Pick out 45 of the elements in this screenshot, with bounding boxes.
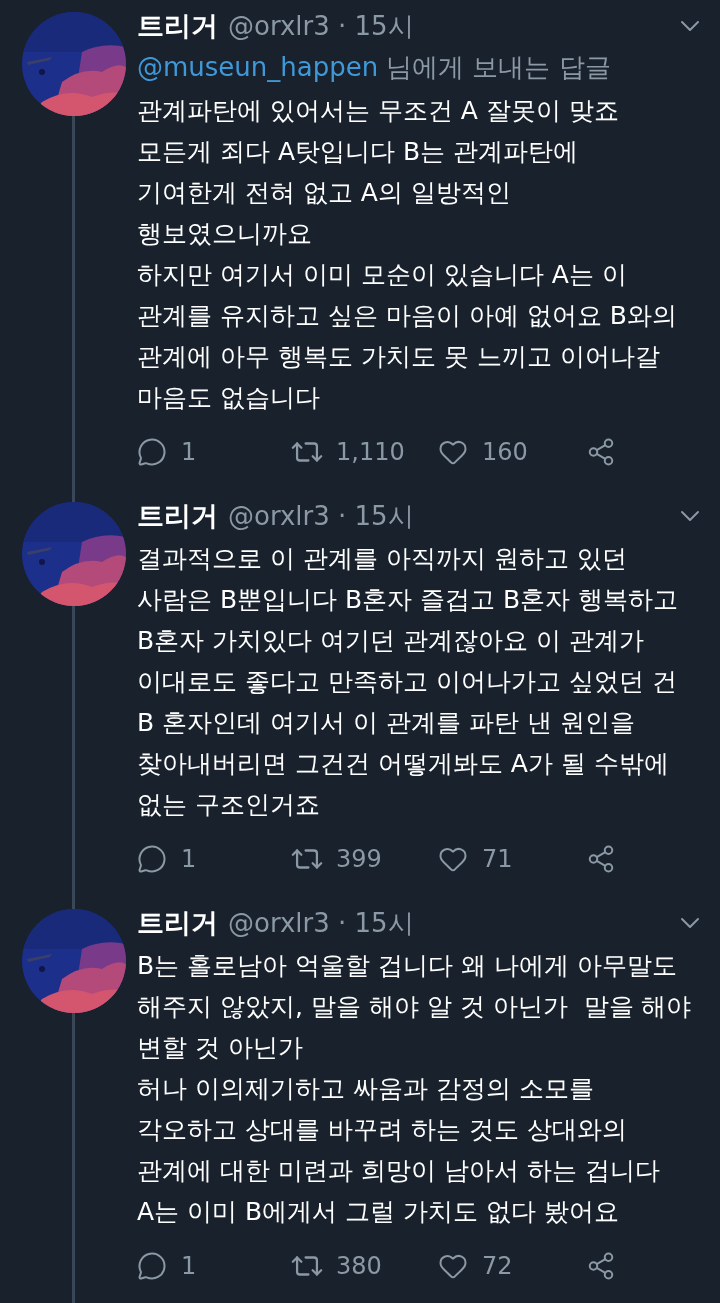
retweet-count: 380 [336,1251,382,1282]
tweet-text-line: B혼자 가치있다 여기던 관계잖아요 이 관계가 [137,625,645,657]
tweet-text-line: 관계파탄에 있어서는 무조건 A 잘못이 맞죠 [137,95,620,127]
tweet-text-line: 하지만 여기서 이미 모순이 있습니다 A는 이 [137,259,628,291]
tweet-text-line: 관계를 유지하고 싶은 마음이 아예 없어요 B와의 [137,300,678,332]
reply-count: 1 [181,1251,197,1282]
comment-icon[interactable] [137,1251,167,1281]
tweet-text-line: 모든게 죄다 A탓입니다 B는 관계파탄에 [137,136,580,168]
tweet-text-line: 마음도 없습니다 [137,382,321,414]
author-name: 트리거 [137,499,218,533]
tweet-text-line: 관계에 아무 행복도 가치도 못 느끼고 이어나갈 [137,341,661,373]
tweet-text-line: 기여한게 전혀 없고 A의 일방적인 [137,177,512,209]
like-count: 160 [482,437,528,468]
tweet-text-line: 각오하고 상대를 바꾸려 하는 것도 상대와의 [137,1114,628,1146]
tweet-text-line: 허나 이의제기하고 싸움과 감정의 소모를 [137,1073,595,1105]
tweet-text-line: B는 홀로남아 억울할 겁니다 왜 나에게 아무말도 [137,950,678,982]
tweet-text-line: 없는 구조인거죠 [137,789,321,821]
reply-handle-link[interactable]: @museun_happen [137,46,379,88]
tweet-text-line: 행보였으니까요 [137,218,313,250]
author-name: 트리거 [137,906,218,940]
tweet-text-line: 사람은 B뿐입니다 B혼자 즐겁고 B혼자 행복하고 [137,584,680,616]
tweet-text-line: 이대로도 좋다고 만족하고 이어나가고 싶었던 건 [137,666,678,698]
tweet-text-line: 찾아내버리면 그건건 어떻게봐도 A가 될 수밖에 [137,748,670,780]
tweet-text-line: 변할 것 아닌가 [137,1032,304,1064]
handle-and-time: @orxlr3 · 15시 [228,10,414,43]
tweet-text-line: B 혼자인데 여기서 이 관계를 파탄 낸 원인을 [137,707,636,739]
comment-icon[interactable] [137,844,167,874]
handle-and-time: @orxlr3 · 15시 [228,500,414,533]
author-name: 트리거 [137,9,218,43]
retweet-count: 1,110 [336,437,405,468]
share-icon[interactable] [586,437,616,467]
like-count: 71 [482,844,513,875]
reply-count: 1 [181,437,197,468]
handle-and-time: @orxlr3 · 15시 [228,907,414,940]
reply-label: 님에게 보내는 답글 [386,51,611,84]
like-count: 72 [482,1251,513,1282]
tweet-text-line: 해주지 않았지, 말을 해야 알 것 아닌가 말을 해야 [137,991,693,1023]
share-icon[interactable] [586,844,616,874]
comment-icon[interactable] [137,437,167,467]
tweet-text-line: 결과적으로 이 관계를 아직까지 원하고 있던 [137,543,628,575]
tweet-text-line: 관계에 대한 미련과 희망이 남아서 하는 겁니다 [137,1155,661,1187]
tweet-text-line: A는 이미 B에게서 그럴 가치도 없다 봤어요 [137,1196,620,1228]
retweet-count: 399 [336,844,382,875]
reply-count: 1 [181,844,197,875]
share-icon[interactable] [586,1251,616,1281]
